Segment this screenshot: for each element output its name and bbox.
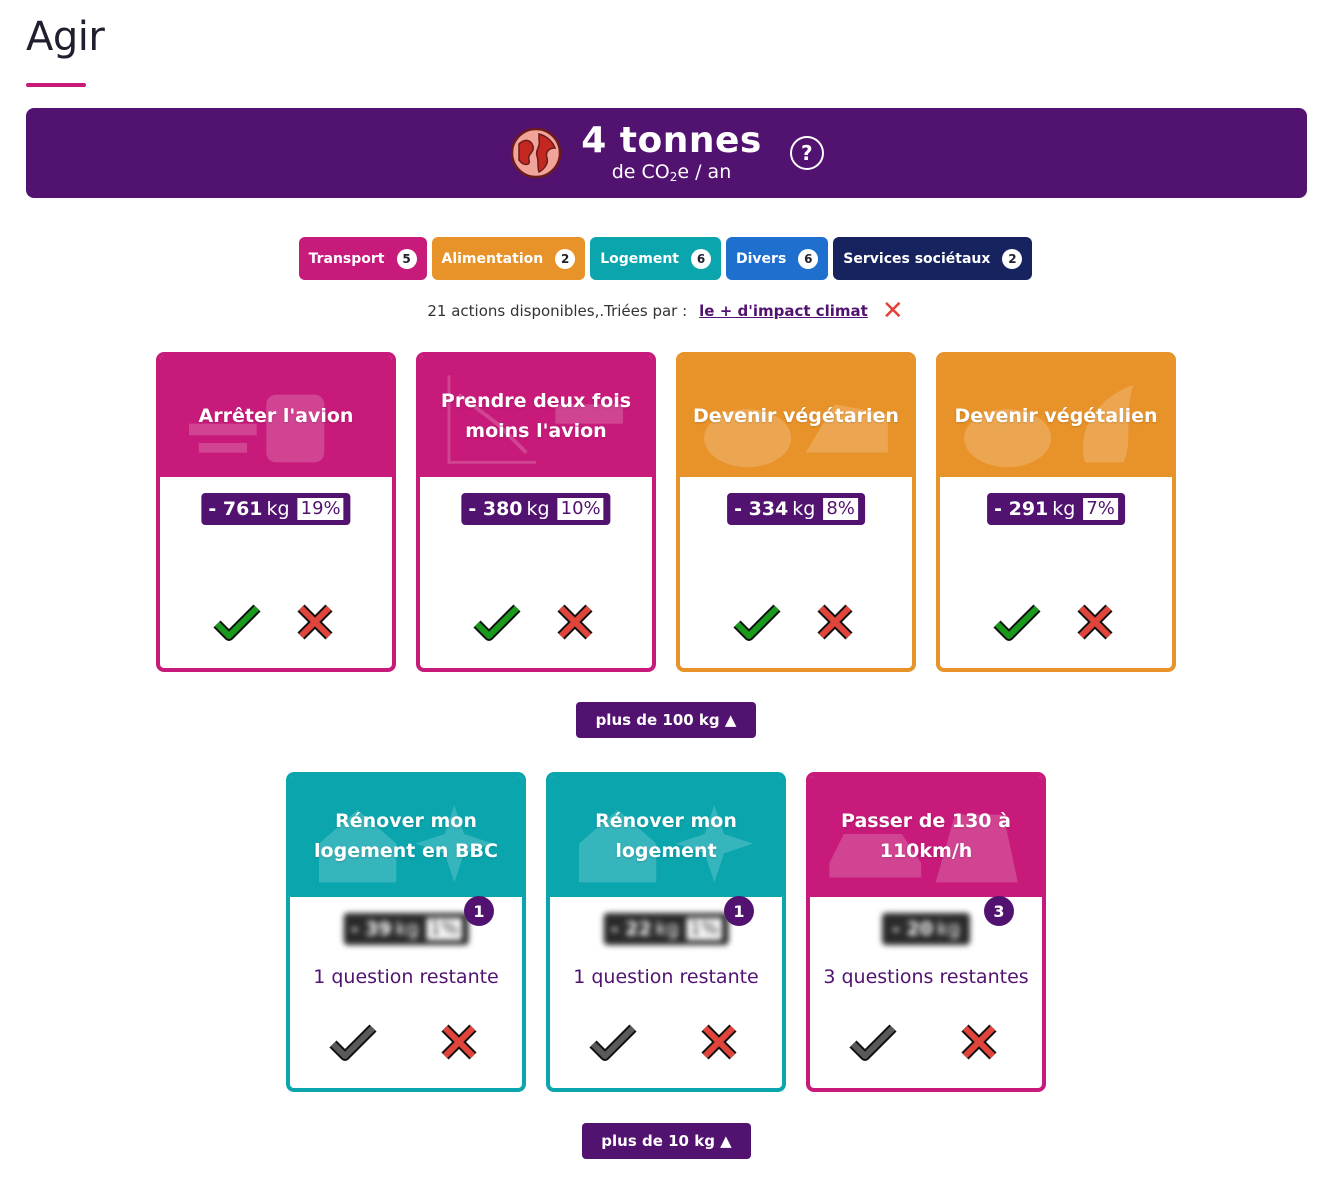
footprint-banner: 4 tonnes de CO2e / an ? — [26, 108, 1307, 198]
sort-close-icon[interactable]: ✕ — [882, 298, 904, 324]
accept-check-icon[interactable] — [210, 598, 264, 646]
help-icon[interactable]: ? — [789, 136, 824, 170]
action-card-renover-bbc: Rénover mon logement en BBC - 39 kg 1% 1 1… — [286, 772, 526, 1092]
accept-check-icon[interactable] — [730, 598, 784, 646]
category-services-societaux[interactable]: Services sociétaux 2 — [833, 237, 1033, 280]
category-count: 2 — [1002, 248, 1023, 269]
impact-badge: - 291 kg 7% — [987, 493, 1125, 525]
impact-badge-blurred: - 39 kg 1% — [343, 913, 469, 945]
reject-cross-icon[interactable] — [808, 598, 862, 646]
card-title: Rénover mon logement en BBC — [314, 810, 498, 862]
category-alimentation[interactable]: Alimentation 2 — [431, 237, 586, 280]
card-title: Rénover mon logement — [595, 810, 737, 862]
questions-count-badge: 1 — [724, 896, 754, 926]
action-card-130-110: Passer de 130 à 110km/h - 20 kg 3 3 quest… — [806, 772, 1046, 1092]
actions-count-text: 21 actions disponibles,.Triées par : — [427, 302, 688, 320]
card-header[interactable]: Arrêter l'avion — [160, 356, 392, 477]
questions-count-badge: 3 — [984, 896, 1014, 926]
action-card-renover-logement: Rénover mon logement - 22 kg 1% 1 1 questi… — [546, 772, 786, 1092]
accept-check-icon[interactable] — [586, 1018, 640, 1066]
category-count: 5 — [396, 248, 417, 269]
card-header[interactable]: Devenir végétarien — [680, 356, 912, 477]
accept-check-icon[interactable] — [470, 598, 524, 646]
card-header[interactable]: Rénover mon logement — [550, 776, 782, 897]
page-title: Agir — [26, 14, 105, 60]
card-title: Devenir végétarien — [693, 404, 899, 427]
action-card-vegetalien: Devenir végétalien - 291 kg 7% — [936, 352, 1176, 672]
category-transport[interactable]: Transport 5 — [298, 237, 427, 280]
accept-check-icon[interactable] — [846, 1018, 900, 1066]
impact-badge-blurred: - 20 kg — [881, 913, 971, 945]
globe-icon — [510, 127, 562, 179]
action-card-arreter-avion: Arrêter l'avion - 761 kg 19% — [156, 352, 396, 672]
footprint-value: 4 tonnes — [581, 120, 762, 161]
card-title: Prendre deux fois moins l'avion — [440, 390, 632, 442]
more-100kg-toggle[interactable]: plus de 100 kg ▲ — [576, 702, 756, 738]
card-title: Arrêter l'avion — [198, 404, 354, 427]
questions-count-badge: 1 — [464, 896, 494, 926]
card-header[interactable]: Prendre deux fois moins l'avion — [420, 356, 652, 477]
category-divers[interactable]: Divers 6 — [726, 237, 829, 280]
remaining-questions: 1 question restante — [573, 966, 759, 988]
footprint-unit: de CO2e / an — [611, 161, 732, 184]
reject-cross-icon[interactable] — [1068, 598, 1122, 646]
remaining-questions: 3 questions restantes — [823, 966, 1029, 988]
category-logement[interactable]: Logement 6 — [590, 237, 722, 280]
action-card-vegetarien: Devenir végétarien - 334 kg 8% — [676, 352, 916, 672]
title-underline — [26, 83, 86, 87]
sort-bar: 21 actions disponibles,.Triées par : le … — [0, 298, 1331, 324]
card-title: Passer de 130 à 110km/h — [841, 810, 1011, 862]
impact-badge-blurred: - 22 kg 1% — [603, 913, 729, 945]
category-count: 6 — [691, 248, 712, 269]
reject-cross-icon[interactable] — [692, 1018, 746, 1066]
action-card-deux-fois-moins-avion: Prendre deux fois moins l'avion - 380 kg 1… — [416, 352, 656, 672]
sort-link[interactable]: le + d'impact climat — [699, 302, 868, 320]
accept-check-icon[interactable] — [326, 1018, 380, 1066]
reject-cross-icon[interactable] — [432, 1018, 486, 1066]
accept-check-icon[interactable] — [990, 598, 1044, 646]
reject-cross-icon[interactable] — [288, 598, 342, 646]
category-filters: Transport 5 Alimentation 2 Logement 6 Diver… — [0, 237, 1331, 280]
impact-badge: - 380 kg 10% — [461, 493, 611, 525]
card-header[interactable]: Rénover mon logement en BBC — [290, 776, 522, 897]
reject-cross-icon[interactable] — [952, 1018, 1006, 1066]
remaining-questions: 1 question restante — [313, 966, 499, 988]
more-10kg-toggle[interactable]: plus de 10 kg ▲ — [582, 1123, 751, 1159]
card-title: Devenir végétalien — [954, 404, 1158, 427]
category-count: 2 — [555, 248, 576, 269]
card-header[interactable]: Devenir végétalien — [940, 356, 1172, 477]
impact-badge: - 761 kg 19% — [201, 493, 351, 525]
card-header[interactable]: Passer de 130 à 110km/h — [810, 776, 1042, 897]
category-count: 6 — [798, 248, 819, 269]
impact-badge: - 334 kg 8% — [727, 493, 865, 525]
reject-cross-icon[interactable] — [548, 598, 602, 646]
